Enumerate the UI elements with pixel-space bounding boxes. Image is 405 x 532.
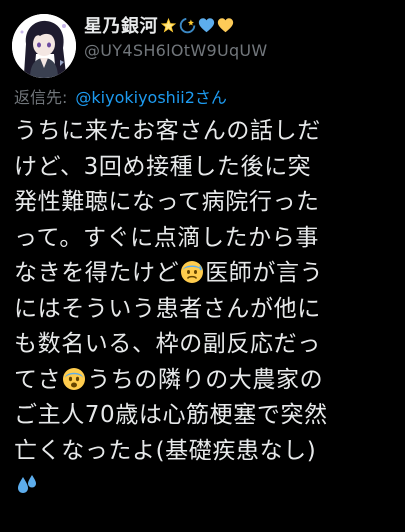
user-handle[interactable]: @UY4SH6lOtW9UqUW: [84, 41, 268, 60]
body-text-segment: なきを得たけど: [14, 260, 180, 286]
body-line: にはそういう患者さんが他に: [14, 295, 321, 322]
body-line: も数名いる、枠の副反応だっ: [14, 331, 321, 357]
yellow-heart-emoji-icon: [217, 17, 234, 34]
fearful-face-emoji-icon: [62, 367, 86, 391]
body-text-segment: うちの隣りの大農家の: [87, 366, 324, 393]
tweet: 星乃銀河 @UY4SH6lOtW9UqUW 返信先: @kiyokiyoshii…: [0, 0, 405, 532]
author-name-row: 星乃銀河: [84, 11, 236, 39]
body-text-segment: 医師が言う: [205, 260, 324, 286]
display-name[interactable]: 星乃銀河: [84, 12, 158, 38]
dizzy-emoji-icon: [179, 17, 196, 34]
body-line: [14, 469, 402, 505]
body-line: って。すぐに点滴したから事: [14, 224, 319, 251]
reply-to-line: 返信先: @kiyokiyoshii2さん: [14, 84, 227, 108]
anxious-sweat-face-emoji-icon: [180, 260, 204, 284]
anime-avatar-icon: [12, 14, 76, 78]
body-text-segment: てさ: [14, 366, 62, 393]
reply-target-link[interactable]: @kiyokiyoshii2さん: [75, 88, 227, 107]
name-emojis: [160, 17, 236, 34]
avatar[interactable]: [12, 14, 76, 78]
body-line: てさ うちの隣りの大農家の: [14, 363, 402, 399]
body-line: うちに来たお客さんの話しだ: [14, 118, 321, 144]
sweat-droplets-emoji-icon: [15, 473, 39, 497]
blue-heart-emoji-icon: [198, 17, 215, 34]
reply-prefix: 返信先:: [14, 88, 68, 107]
body-line: 亡くなったよ(基礎疾患なし): [14, 437, 317, 464]
body-line: 発性難聴になって病院行った: [14, 189, 320, 215]
tweet-body: うちに来たお客さんの話しだ けど、3回め接種した後に突 発性難聴になって病院行っ…: [14, 114, 402, 505]
body-line: なきを得たけど 医師が言う: [14, 256, 402, 292]
body-line: ご主人70歳は心筋梗塞で突然: [14, 402, 328, 428]
star-glow-emoji-icon: [160, 17, 177, 34]
body-line: けど、3回め接種した後に突: [14, 153, 312, 180]
